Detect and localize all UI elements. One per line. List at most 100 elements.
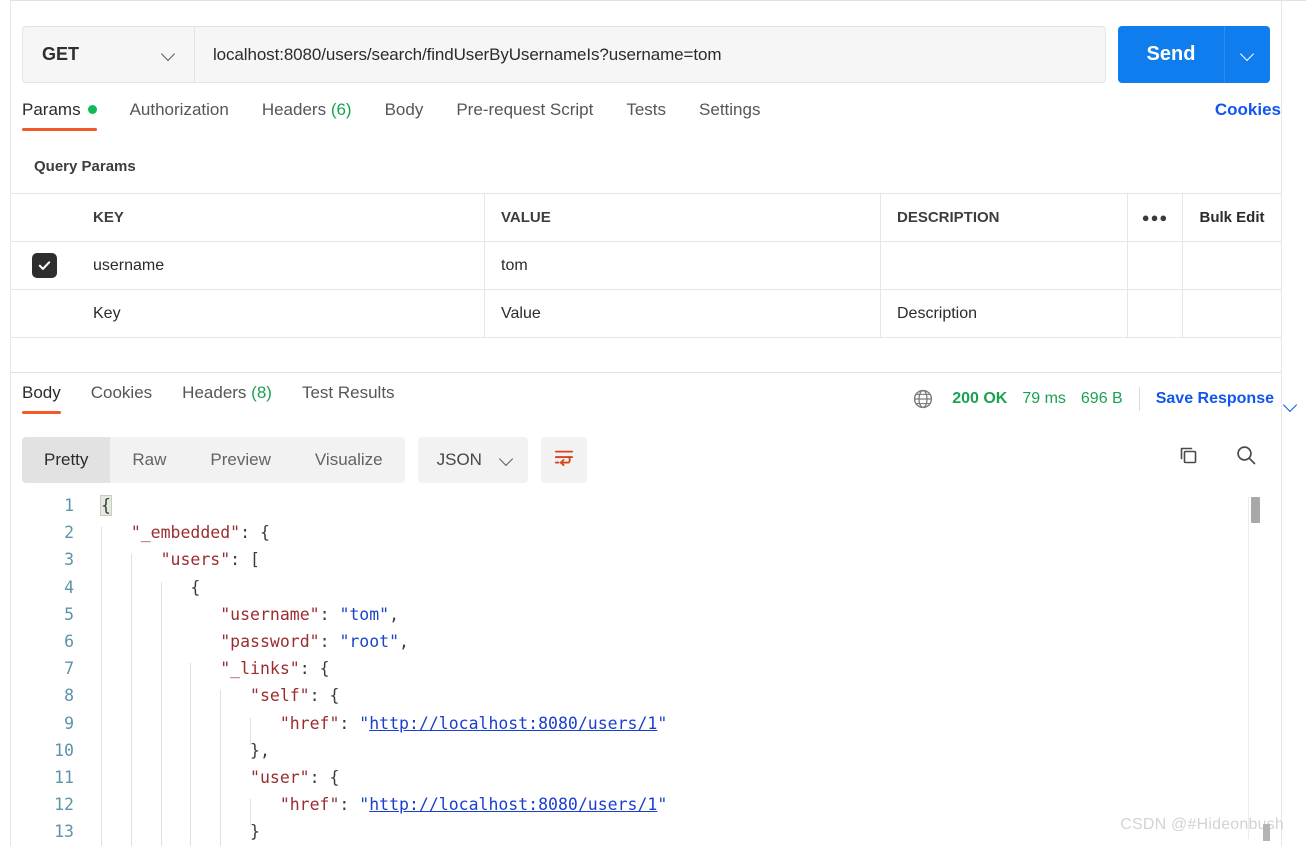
code-token: { [329, 686, 340, 706]
code-token: " [359, 713, 370, 733]
code-token: "_links" [220, 659, 300, 679]
line-number: 3 [64, 550, 74, 570]
code-scrollbar-track[interactable] [1248, 497, 1258, 839]
send-button[interactable]: Send [1118, 26, 1224, 83]
code-line: 4 { [11, 574, 667, 601]
code-token: , [259, 740, 270, 760]
view-mode-preview[interactable]: Preview [188, 437, 292, 483]
query-params-title: Query Params [34, 158, 136, 175]
response-tab-headers[interactable]: Headers (8) [182, 383, 272, 414]
http-method-label: GET [42, 44, 80, 64]
param-description-input[interactable] [881, 242, 1128, 289]
request-tabs: Params Authorization Headers (6) Body Pr… [22, 100, 1281, 142]
chevron-down-icon [1241, 48, 1255, 62]
code-line: 12 "href": "http://localhost:8080/users/… [11, 791, 667, 818]
new-param-description-input[interactable]: Description [881, 290, 1128, 337]
response-meta: 200 OK 79 ms 696 B Save Response [912, 387, 1284, 411]
response-body-code[interactable]: 1{2 "_embedded": {3 "users": [4 {5 "user… [11, 492, 1281, 846]
code-token: } [250, 822, 260, 842]
tab-count: (8) [251, 383, 272, 402]
word-wrap-button[interactable] [540, 437, 587, 483]
row-spacer-end [1183, 242, 1281, 289]
tab-settings[interactable]: Settings [699, 100, 760, 131]
postman-request-response-pane: GET localhost:8080/users/search/findUser… [0, 0, 1306, 846]
tab-authorization[interactable]: Authorization [130, 100, 229, 131]
code-line: 8 "self": { [11, 682, 667, 709]
response-tabs: Body Cookies Headers (8) Test Results [22, 383, 822, 421]
code-token: { [100, 495, 112, 516]
response-tab-test-results[interactable]: Test Results [302, 383, 395, 414]
code-token: : [299, 659, 320, 679]
url-bar: GET localhost:8080/users/search/findUser… [22, 26, 1106, 83]
view-mode-raw[interactable]: Raw [110, 437, 188, 483]
response-tab-body[interactable]: Body [22, 383, 61, 414]
tab-label: Pre-request Script [456, 100, 594, 119]
code-line: 5 "username": "tom", [11, 601, 667, 628]
tab-params[interactable]: Params [22, 100, 97, 131]
tab-tests[interactable]: Tests [626, 100, 666, 131]
tab-body[interactable]: Body [385, 100, 424, 131]
table-row: username tom [11, 242, 1281, 290]
response-tab-cookies[interactable]: Cookies [91, 383, 152, 414]
code-text: }, [74, 737, 270, 764]
code-scrollbar-thumb[interactable] [1251, 497, 1260, 523]
cookies-link[interactable]: Cookies [1215, 100, 1281, 120]
line-number: 12 [54, 795, 74, 815]
table-options-button[interactable]: ●●● [1128, 194, 1183, 241]
unsaved-dot-icon [87, 105, 97, 114]
view-mode-group: Pretty Raw Preview Visualize [22, 437, 405, 483]
tab-label: Tests [626, 100, 667, 119]
header-cell-value: VALUE [485, 194, 881, 241]
search-button[interactable] [1234, 443, 1258, 472]
code-link[interactable]: http://localhost:8080/users/1 [369, 795, 657, 814]
tab-headers[interactable]: Headers (6) [262, 100, 352, 131]
code-line: 11 "user": { [11, 764, 667, 791]
indent-guide [220, 690, 222, 846]
send-button-group: Send [1118, 26, 1270, 83]
tab-label: Settings [699, 100, 761, 119]
tab-label: Params [22, 100, 81, 119]
bulk-edit-button[interactable]: Bulk Edit [1183, 194, 1281, 241]
code-token: { [319, 659, 330, 679]
code-text: "user": { [74, 764, 339, 791]
code-lines: 1{2 "_embedded": {3 "users": [4 {5 "user… [11, 492, 667, 846]
code-link[interactable]: http://localhost:8080/users/1 [369, 714, 657, 733]
code-text: { [74, 574, 200, 601]
divider [1138, 387, 1140, 411]
code-text: "password": "root", [74, 628, 409, 655]
code-token: "user" [250, 768, 310, 788]
search-icon [1234, 443, 1258, 472]
indent-guide [130, 554, 132, 846]
tab-pre-request-script[interactable]: Pre-request Script [456, 100, 593, 131]
tab-label: Cookies [90, 383, 153, 402]
row-checkbox-cell [11, 242, 77, 289]
code-token: : [230, 550, 251, 570]
param-value-input[interactable]: tom [485, 242, 881, 289]
tab-label: Test Results [301, 383, 395, 402]
table-header-row: KEY VALUE DESCRIPTION ●●● Bulk Edit [11, 194, 1281, 242]
indent-guide [249, 717, 251, 745]
param-key-input[interactable]: username [77, 242, 485, 289]
new-param-key-input[interactable]: Key [77, 290, 485, 337]
line-number: 2 [64, 523, 74, 543]
format-selector[interactable]: JSON [417, 437, 528, 483]
code-text: "self": { [74, 682, 339, 709]
line-number: 8 [64, 686, 74, 706]
view-mode-pretty[interactable]: Pretty [22, 437, 111, 483]
code-line: 7 "_links": { [11, 655, 667, 682]
code-token: " [657, 713, 668, 733]
save-response-button[interactable]: Save Response [1156, 390, 1274, 408]
word-wrap-icon [553, 448, 575, 473]
code-token: : [339, 713, 360, 733]
param-enabled-checkbox[interactable] [31, 253, 57, 278]
code-line: 3 "users": [ [11, 546, 667, 573]
url-input[interactable]: localhost:8080/users/search/findUserByUs… [195, 27, 1105, 82]
new-param-value-input[interactable]: Value [485, 290, 881, 337]
view-mode-visualize[interactable]: Visualize [293, 437, 405, 483]
http-method-selector[interactable]: GET [23, 27, 195, 82]
code-token: { [259, 523, 270, 543]
code-text: { [74, 492, 112, 519]
code-token: : [309, 768, 330, 788]
send-options-button[interactable] [1224, 26, 1270, 83]
copy-button[interactable] [1176, 443, 1200, 472]
